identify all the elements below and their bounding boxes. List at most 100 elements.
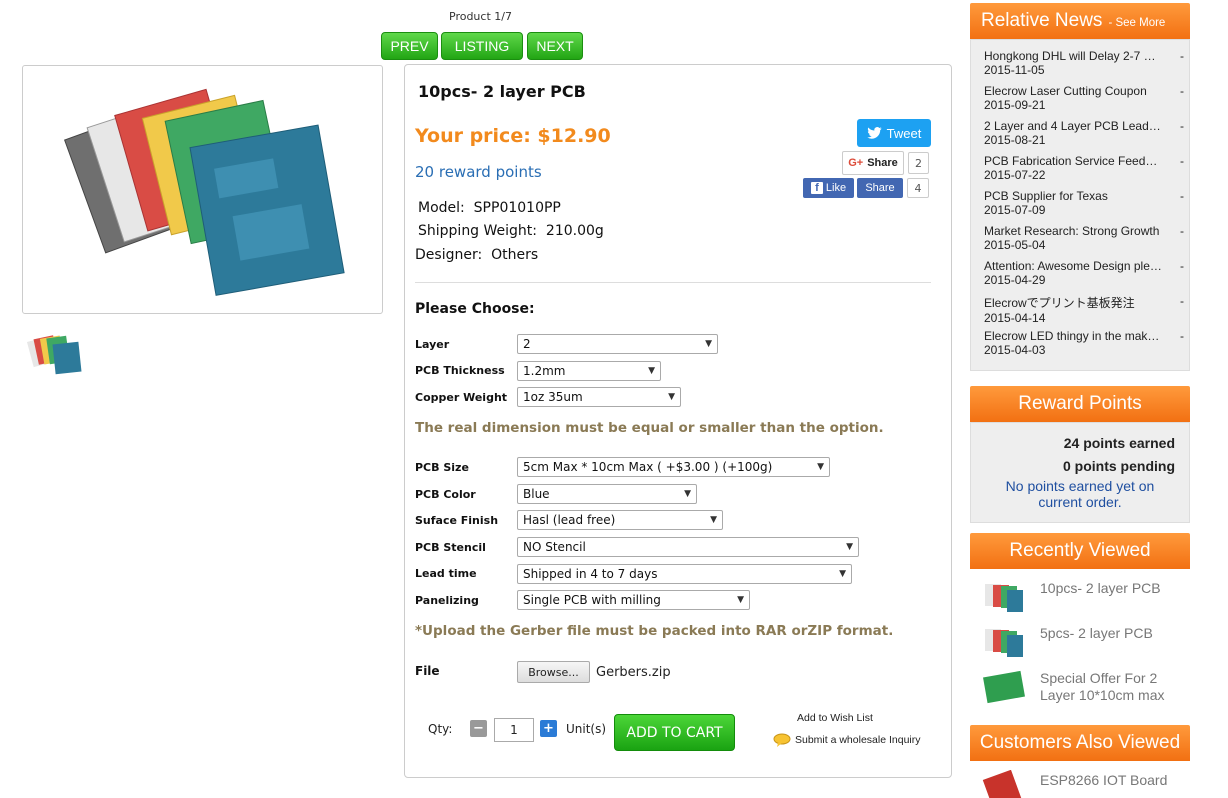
panelizing-value: Single PCB with milling (523, 593, 661, 607)
options-heading: Please Choose: (415, 301, 535, 317)
news-item-dash: - (1180, 329, 1184, 343)
chevron-down-icon: ▼ (668, 392, 675, 402)
news-item-title[interactable]: PCB Supplier for Texas (984, 189, 1108, 203)
size-label: PCB Size (415, 461, 469, 474)
news-item-title[interactable]: Elecrowでプリント基板発注 (984, 294, 1135, 311)
recent-item[interactable]: 5pcs- 2 layer PCB (1040, 625, 1153, 641)
thickness-label: PCB Thickness (415, 364, 505, 377)
color-value: Blue (523, 487, 550, 501)
wishlist-link[interactable]: Add to Wish List (797, 712, 873, 724)
model-row: Model: SPP01010PP (418, 200, 561, 216)
plus-icon[interactable]: + (540, 720, 557, 737)
color-select[interactable]: Blue ▼ (517, 484, 697, 504)
points-earned: 24 points earned (1063, 435, 1175, 451)
facebook-like-button[interactable]: f Like (803, 178, 854, 198)
google-share-label: Share (867, 157, 898, 169)
news-item-title[interactable]: Elecrow LED thingy in the making (984, 329, 1162, 343)
news-item[interactable]: Market Research: Strong Growth - 2015-05-0… (984, 224, 1184, 252)
layer-select[interactable]: 2 ▼ (517, 334, 718, 354)
qty-input[interactable]: 1 (494, 718, 534, 742)
also-thumb[interactable] (981, 770, 1027, 798)
recent-item[interactable]: Special Offer For 2 Layer 10*10cm max (1040, 670, 1180, 704)
leadtime-select[interactable]: Shipped in 4 to 7 days ▼ (517, 564, 852, 584)
tweet-button[interactable]: Tweet (857, 119, 931, 147)
product-title: 10pcs- 2 layer PCB (418, 82, 586, 101)
add-to-cart-button[interactable]: ADD TO CART (614, 714, 735, 751)
also-item[interactable]: ESP8266 IOT Board (1040, 772, 1167, 788)
file-name: Gerbers.zip (596, 665, 671, 680)
weight-value: 210.00g (545, 223, 604, 239)
news-item[interactable]: PCB Supplier for Texas - 2015-07-09 (984, 189, 1184, 217)
recent-thumb[interactable] (981, 580, 1027, 614)
news-item-title[interactable]: Elecrow Laser Cutting Coupon (984, 84, 1147, 98)
news-item-title[interactable]: Market Research: Strong Growth (984, 224, 1159, 238)
copper-select[interactable]: 1oz 35um ▼ (517, 387, 681, 407)
model-value: SPP01010PP (473, 200, 561, 216)
news-item-title[interactable]: PCB Fabrication Service Feedback (984, 154, 1162, 168)
panelizing-label: Panelizing (415, 594, 479, 607)
news-item-dash: - (1180, 189, 1184, 203)
leadtime-label: Lead time (415, 567, 477, 580)
facebook-share-count: 4 (907, 178, 929, 198)
weight-row: Shipping Weight: 210.00g (418, 223, 604, 239)
news-title: Relative News (981, 10, 1103, 31)
news-item-date: 2015-09-21 (984, 98, 1046, 112)
product-price: Your price: $12.90 (415, 125, 611, 147)
news-header: Relative News - See More (970, 3, 1190, 39)
news-item-dash: - (1180, 224, 1184, 238)
news-item[interactable]: Elecrow Laser Cutting Coupon - 2015-09-21 (984, 84, 1184, 112)
news-item-title[interactable]: Attention: Awesome Design please (984, 259, 1162, 273)
reward-header: Reward Points (970, 386, 1190, 422)
see-more-link[interactable]: - See More (1108, 17, 1165, 29)
google-share-button[interactable]: G+ Share (842, 151, 904, 175)
news-item-date: 2015-07-22 (984, 168, 1046, 182)
recent-thumb[interactable] (981, 670, 1027, 704)
copper-value: 1oz 35um (523, 390, 583, 404)
layer-value: 2 (523, 337, 531, 351)
news-item[interactable]: Elecrowでプリント基板発注 - 2015-04-14 (984, 294, 1184, 325)
news-item-title[interactable]: Hongkong DHL will Delay 2-7 Days (984, 49, 1162, 63)
news-item[interactable]: Attention: Awesome Design please - 2015-04… (984, 259, 1184, 287)
news-item-title[interactable]: 2 Layer and 4 Layer PCB Lead Time (984, 119, 1162, 133)
upload-note: *Upload the Gerber file must be packed i… (415, 623, 894, 639)
panelizing-select[interactable]: Single PCB with milling ▼ (517, 590, 750, 610)
designer-value: Others (491, 247, 539, 263)
product-counter: Product 1/7 (449, 10, 512, 23)
google-share-count: 2 (908, 152, 929, 174)
finish-select[interactable]: Hasl (lead free) ▼ (517, 510, 723, 530)
news-item-date: 2015-04-29 (984, 273, 1046, 287)
wholesale-link[interactable]: Submit a wholesale Inquiry (773, 733, 920, 747)
news-item-dash: - (1180, 294, 1184, 308)
thickness-select[interactable]: 1.2mm ▼ (517, 361, 661, 381)
points-note: No points earned yet on current order. (1005, 478, 1155, 510)
news-item[interactable]: PCB Fabrication Service Feedback - 2015-07… (984, 154, 1184, 182)
stencil-select[interactable]: NO Stencil ▼ (517, 537, 859, 557)
layer-label: Layer (415, 338, 450, 351)
recent-thumb[interactable] (981, 625, 1027, 659)
news-item[interactable]: 2 Layer and 4 Layer PCB Lead Time - 2015-0… (984, 119, 1184, 147)
product-thumbnail[interactable] (24, 329, 85, 375)
recent-header: Recently Viewed (970, 533, 1190, 569)
wholesale-label: Submit a wholesale Inquiry (795, 734, 921, 746)
listing-button[interactable]: LISTING (441, 32, 523, 60)
minus-icon[interactable]: − (470, 720, 487, 737)
designer-row: Designer: Others (415, 247, 538, 263)
facebook-share-button[interactable]: Share (857, 178, 903, 198)
recent-item[interactable]: 10pcs- 2 layer PCB (1040, 580, 1161, 596)
news-item[interactable]: Elecrow LED thingy in the making - 2015-04… (984, 329, 1184, 357)
next-button[interactable]: NEXT (527, 32, 583, 60)
size-select[interactable]: 5cm Max * 10cm Max ( +$3.00 ) (+100g) ▼ (517, 457, 830, 477)
divider (415, 282, 931, 283)
prev-button[interactable]: PREV (381, 32, 438, 60)
news-item[interactable]: Hongkong DHL will Delay 2-7 Days - 2015-11… (984, 49, 1184, 77)
reward-points: 20 reward points (415, 163, 542, 181)
stencil-label: PCB Stencil (415, 541, 486, 554)
news-item-date: 2015-05-04 (984, 238, 1046, 252)
finish-value: Hasl (lead free) (523, 513, 616, 527)
product-image[interactable] (22, 65, 383, 314)
weight-label: Shipping Weight: (418, 223, 538, 239)
color-label: PCB Color (415, 488, 476, 501)
chevron-down-icon: ▼ (710, 515, 717, 525)
browse-button[interactable]: Browse... (517, 661, 590, 683)
chevron-down-icon: ▼ (684, 489, 691, 499)
